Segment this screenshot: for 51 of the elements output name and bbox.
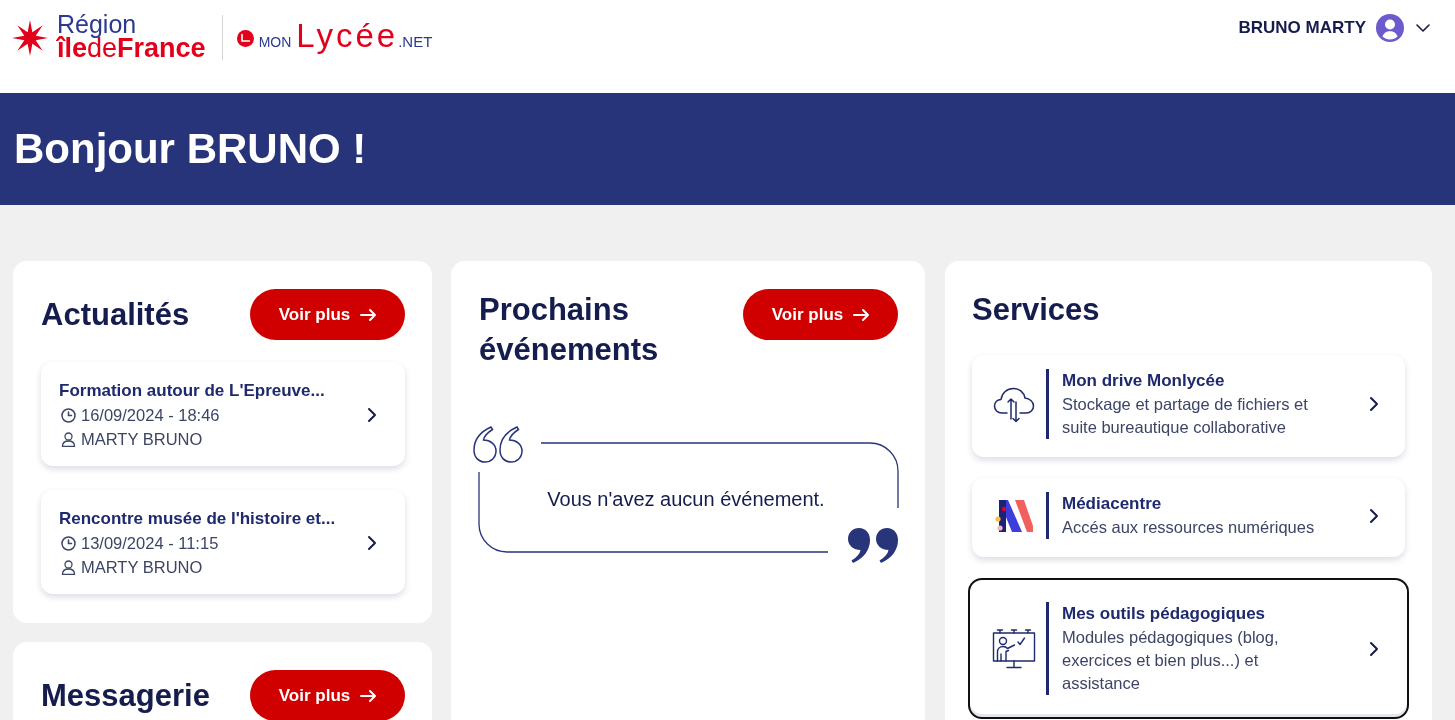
news-item[interactable]: Formation autour de L'Epreuve... 16/09/2024 - 18:46 MARTY BRUNO — [41, 362, 405, 466]
logo-text: Région — [57, 12, 138, 36]
chevron-right-icon — [367, 535, 377, 551]
service-item[interactable]: Mes outils pédagogiques Modules pédagogiques (blog, exercices et bien plus...) et assistance — [968, 578, 1409, 719]
news-date: 13/09/2024 - 11:15 — [81, 533, 219, 554]
service-description: Modules pédagogiques (blog, exercices et bien plus...) et assistance — [1062, 627, 1280, 694]
chevron-right-icon — [1369, 640, 1379, 657]
person-icon — [61, 559, 76, 575]
user-menu-button[interactable]: BRUNO MARTY — [1238, 14, 1430, 42]
logo-text: MON — [258, 33, 292, 52]
service-title: Mon drive Monlycée — [1062, 370, 1226, 392]
logo-text: .NET — [398, 32, 433, 52]
arrow-right-icon — [360, 308, 377, 321]
card-title: Prochains événements — [479, 291, 660, 369]
chevron-right-icon — [1369, 396, 1379, 412]
logo-text: îledeFrance — [57, 36, 206, 60]
news-title: Formation autour de L'Epreuve... — [59, 380, 325, 402]
service-description: Stockage et partage de fichiers et suite bureautique collaborative — [1062, 394, 1309, 438]
news-author: MARTY BRUNO — [81, 557, 203, 578]
card-title: Actualités — [41, 295, 190, 334]
person-icon — [61, 431, 76, 447]
card-title: Services — [972, 291, 1101, 329]
service-item[interactable]: Médiacentre Accés aux ressources numériques — [972, 478, 1405, 557]
teacher-board-icon — [992, 627, 1036, 670]
service-item[interactable]: Mon drive Monlycée Stockage et partage de fichiers et suite bureautique collaborative — [972, 355, 1405, 457]
opening-quote-icon — [472, 426, 524, 464]
news-title: Rencontre musée de l'histoire et... — [59, 508, 336, 530]
greeting-heading: Bonjour BRUNO ! — [14, 128, 367, 170]
see-more-button[interactable]: Voir plus — [250, 670, 405, 720]
see-more-button[interactable]: Voir plus — [743, 289, 898, 340]
arrow-right-icon — [360, 689, 377, 702]
logo-icon — [236, 30, 254, 47]
chevron-right-icon — [1369, 507, 1379, 524]
logo-text: Lycée — [296, 18, 399, 54]
empty-message: Vous n'avez aucun événement. — [547, 487, 825, 512]
chevron-right-icon — [367, 407, 377, 423]
closing-quote-icon — [847, 527, 899, 564]
clock-icon — [61, 407, 76, 423]
arrow-right-icon — [853, 308, 870, 321]
cloud-upload-download-icon — [993, 385, 1035, 423]
service-title: Mes outils pédagogiques — [1062, 603, 1267, 625]
news-author: MARTY BRUNO — [81, 429, 203, 450]
service-title: Médiacentre — [1062, 493, 1163, 515]
see-more-button[interactable]: Voir plus — [250, 289, 405, 340]
service-description: Accés aux ressources numériques — [1062, 517, 1316, 538]
avatar-icon — [1376, 14, 1404, 42]
news-item[interactable]: Rencontre musée de l'histoire et... 13/09/2024 - 11:15 MARTY BRUNO — [41, 490, 405, 594]
news-date: 16/09/2024 - 18:46 — [81, 405, 220, 426]
chevron-down-icon — [1416, 24, 1430, 32]
card-title: Messagerie — [41, 676, 210, 715]
clock-icon — [61, 535, 76, 551]
